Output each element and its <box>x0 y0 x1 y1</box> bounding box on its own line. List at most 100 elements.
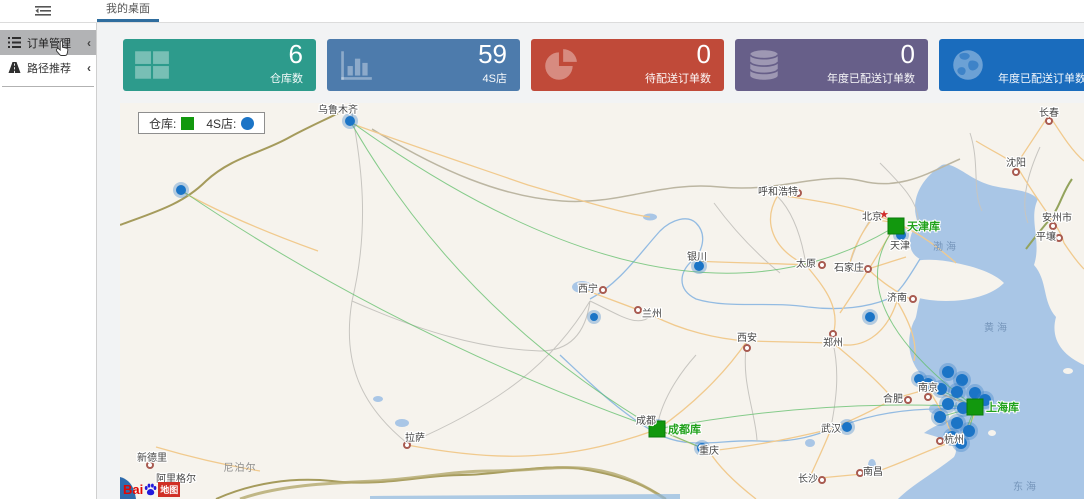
stat-label: 4S店 <box>483 70 507 86</box>
store-marker[interactable] <box>942 398 954 410</box>
city-dot <box>830 331 836 337</box>
stat-label: 待配送订单数 <box>645 70 711 86</box>
sea-label: 黄海 <box>984 321 1010 334</box>
stat-cards-row: 6 仓库数 59 4S店 0 待配送订单数 <box>123 39 1084 91</box>
city-label: 长春 <box>1039 107 1059 119</box>
city-label: 合肥 <box>883 392 903 405</box>
bar-chart-icon <box>337 46 375 84</box>
baidu-paw-icon <box>144 483 157 496</box>
store-marker[interactable] <box>951 386 963 398</box>
city-label: 成都 <box>636 415 656 427</box>
windows-icon <box>133 46 171 84</box>
globe-icon <box>949 46 987 84</box>
city-label: 新德里 <box>137 451 167 464</box>
city-label: 济南 <box>887 291 907 304</box>
stat-value: 0 <box>901 39 915 70</box>
region-label: 尼泊尔 <box>224 461 257 474</box>
city-dot <box>744 345 750 351</box>
sidebar: 订单管理 ‹ 路径推荐 ‹ <box>0 22 97 499</box>
map-canvas: 天津库上海库成都库 乌鲁木齐呼和浩特银川太原 石家庄济南 西宁兰州西安 郑州合肥 南京武… <box>120 103 1084 499</box>
baidu-map[interactable]: 天津库上海库成都库 乌鲁木齐呼和浩特银川太原 石家庄济南 西宁兰州西安 郑州合肥 南京武… <box>120 103 1084 499</box>
store-marker[interactable] <box>865 312 875 322</box>
map-legend: 仓库: 4S店: <box>138 112 265 134</box>
legend-store-label: 4S店: <box>206 115 236 132</box>
city-label: 兰州 <box>642 307 662 320</box>
city-label: 南京 <box>918 381 938 394</box>
top-bar: 我的桌面 <box>0 0 1084 23</box>
sidebar-header <box>0 0 98 22</box>
stat-value: 59 <box>478 39 507 70</box>
stat-card-pending-orders[interactable]: 0 待配送订单数 <box>531 39 724 91</box>
store-marker[interactable] <box>590 313 598 321</box>
sidebar-divider <box>2 86 94 87</box>
legend-warehouse-swatch <box>181 117 194 130</box>
city-label: 乌鲁木齐 <box>318 103 358 116</box>
database-icon <box>745 46 783 84</box>
chevron-left-icon: ‹ <box>87 62 91 74</box>
stat-value: 0 <box>697 39 711 70</box>
city-label: 安州市 <box>1042 211 1072 224</box>
city-label: 平壤 <box>1036 230 1056 243</box>
sidebar-item-label: 路径推荐 <box>27 60 71 76</box>
city-dot <box>819 262 825 268</box>
cursor-icon <box>55 40 70 57</box>
app-window: 我的桌面 订单管理 ‹ <box>0 0 1084 499</box>
store-marker[interactable] <box>934 411 946 423</box>
baidu-map-text: 地图 <box>158 482 180 497</box>
sidebar-item-order-management[interactable]: 订单管理 ‹ <box>0 30 96 55</box>
city-label: 长沙 <box>798 473 818 485</box>
stat-card-annual-delivered-orders[interactable]: 0 年度已配送订单数 <box>735 39 928 91</box>
warehouse-marker[interactable] <box>967 399 983 415</box>
sidebar-spacer <box>0 22 96 30</box>
stat-label: 年度已配送订单数 <box>998 70 1084 86</box>
city-dot <box>910 296 916 302</box>
store-marker[interactable] <box>942 366 954 378</box>
pie-chart-icon <box>541 46 579 84</box>
baidu-brand-text: Bai <box>123 482 143 497</box>
city-label: 武汉 <box>821 422 841 435</box>
sea-label: 东海 <box>1013 480 1039 493</box>
city-label: 石家庄 <box>834 261 864 274</box>
sidebar-collapse-icon[interactable] <box>35 5 51 17</box>
city-label: 拉萨 <box>405 431 425 444</box>
stat-label: 年度已配送订单数 <box>827 70 915 86</box>
warehouse-label: 天津库 <box>907 219 940 233</box>
warehouse-label: 成都库 <box>668 422 701 436</box>
baidu-logo: Bai 地图 <box>123 482 180 497</box>
city-dot <box>819 477 825 483</box>
list-icon <box>8 37 21 48</box>
city-label: 郑州 <box>823 336 843 349</box>
city-label: 重庆 <box>699 444 719 457</box>
stat-card-annual-clipped[interactable]: 年度已配送订单数 <box>939 39 1084 91</box>
city-dot <box>1013 169 1019 175</box>
city-dot <box>865 266 871 272</box>
stat-label: 仓库数 <box>270 70 303 86</box>
warehouse-label: 上海库 <box>986 400 1019 414</box>
tab-my-desktop[interactable]: 我的桌面 <box>97 0 159 22</box>
store-marker[interactable] <box>842 422 852 432</box>
city-dot <box>937 438 943 444</box>
sidebar-item-route-recommendation[interactable]: 路径推荐 ‹ <box>0 55 96 80</box>
store-marker[interactable] <box>345 116 355 126</box>
city-label: 呼和浩特 <box>758 186 798 198</box>
road-icon <box>8 62 21 73</box>
warehouse-marker[interactable] <box>888 218 904 234</box>
city-label: 太原 <box>796 257 816 270</box>
city-label: 杭州 <box>944 433 964 446</box>
legend-warehouse-label: 仓库: <box>149 115 176 132</box>
store-marker[interactable] <box>176 185 186 195</box>
city-label: 天津 <box>890 240 910 252</box>
city-label: 南昌 <box>863 465 883 478</box>
city-dot <box>1056 235 1062 241</box>
stat-card-warehouses[interactable]: 6 仓库数 <box>123 39 316 91</box>
chevron-left-icon: ‹ <box>87 37 91 49</box>
sea-label: 渤海 <box>933 240 959 253</box>
city-label: 沈阳 <box>1006 156 1026 169</box>
city-label: 银川 <box>687 250 707 263</box>
city-label: 西宁 <box>578 282 598 295</box>
city-dot <box>600 287 606 293</box>
city-label: 西安 <box>737 331 757 344</box>
stat-card-4s-stores[interactable]: 59 4S店 <box>327 39 520 91</box>
city-dot <box>925 394 931 400</box>
capital-star-icon: ★ <box>879 209 889 221</box>
